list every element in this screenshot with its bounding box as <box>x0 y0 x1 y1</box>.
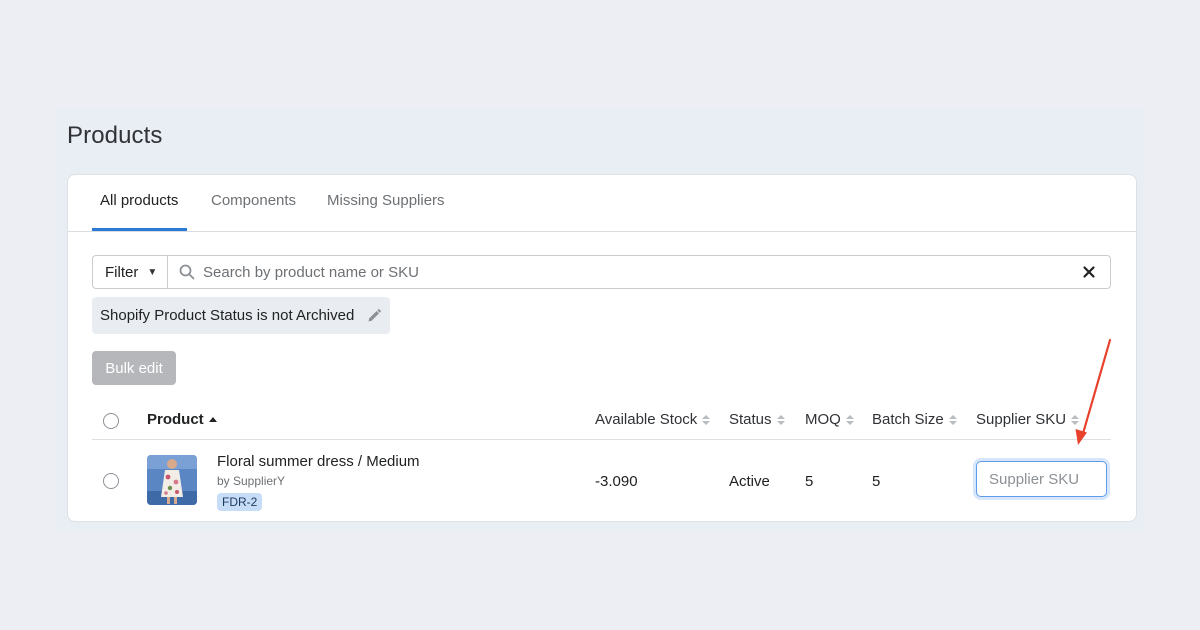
table-row: Floral summer dress / Medium by Supplier… <box>92 440 1111 521</box>
table-header: Product Available Stock Status MOQ Batch… <box>92 403 1111 440</box>
search-area <box>168 256 1110 288</box>
tab-missing-suppliers[interactable]: Missing Suppliers <box>319 175 453 231</box>
pencil-icon[interactable] <box>366 308 382 324</box>
tab-bar: All products Components Missing Supplier… <box>68 175 1136 232</box>
column-label: Batch Size <box>872 411 944 428</box>
available-stock-value: -3.090 <box>595 473 638 490</box>
search-icon <box>179 264 195 280</box>
products-card: All products Components Missing Supplier… <box>67 174 1137 522</box>
page-title: Products <box>67 122 163 149</box>
sort-icon <box>948 414 957 425</box>
column-header-product[interactable]: Product <box>147 411 217 428</box>
filter-button-label: Filter <box>105 263 139 281</box>
supplier-sku-input[interactable] <box>976 461 1107 497</box>
product-thumbnail <box>147 455 197 505</box>
column-label: Status <box>729 411 772 428</box>
status-value: Active <box>729 473 770 490</box>
sort-icon <box>702 414 711 425</box>
column-header-available-stock[interactable]: Available Stock <box>595 411 711 428</box>
bulk-edit-button[interactable]: Bulk edit <box>92 351 176 385</box>
product-name-link[interactable]: Floral summer dress / Medium <box>217 453 420 470</box>
column-header-moq[interactable]: MOQ <box>805 411 854 428</box>
column-label: Product <box>147 411 204 428</box>
filter-search-bar: Filter ▼ <box>92 255 1111 289</box>
column-label: Supplier SKU <box>976 411 1067 428</box>
sku-badge: FDR-2 <box>217 493 263 511</box>
column-header-supplier-sku[interactable]: Supplier SKU <box>976 411 1080 428</box>
column-label: MOQ <box>805 411 841 428</box>
sort-ascending-icon <box>208 417 217 422</box>
column-header-batch-size[interactable]: Batch Size <box>872 411 957 428</box>
caret-down-icon: ▼ <box>147 266 158 278</box>
row-select-checkbox[interactable] <box>103 473 119 489</box>
moq-value: 5 <box>805 473 814 490</box>
column-label: Available Stock <box>595 411 698 428</box>
batch-size-value: 5 <box>872 473 881 490</box>
tab-components[interactable]: Components <box>203 175 304 231</box>
product-supplier: by SupplierY <box>217 474 286 488</box>
sort-icon <box>1071 414 1080 425</box>
tab-all-products[interactable]: All products <box>92 175 187 231</box>
sort-icon <box>776 414 785 425</box>
filter-button[interactable]: Filter ▼ <box>93 256 168 288</box>
close-icon[interactable] <box>1082 265 1096 279</box>
select-all-checkbox[interactable] <box>103 413 119 429</box>
search-input[interactable] <box>203 263 1063 281</box>
column-header-status[interactable]: Status <box>729 411 785 428</box>
filter-chip-label: Shopify Product Status is not Archived <box>100 307 355 324</box>
sort-icon <box>845 414 854 425</box>
active-filter-chip[interactable]: Shopify Product Status is not Archived <box>92 297 391 334</box>
